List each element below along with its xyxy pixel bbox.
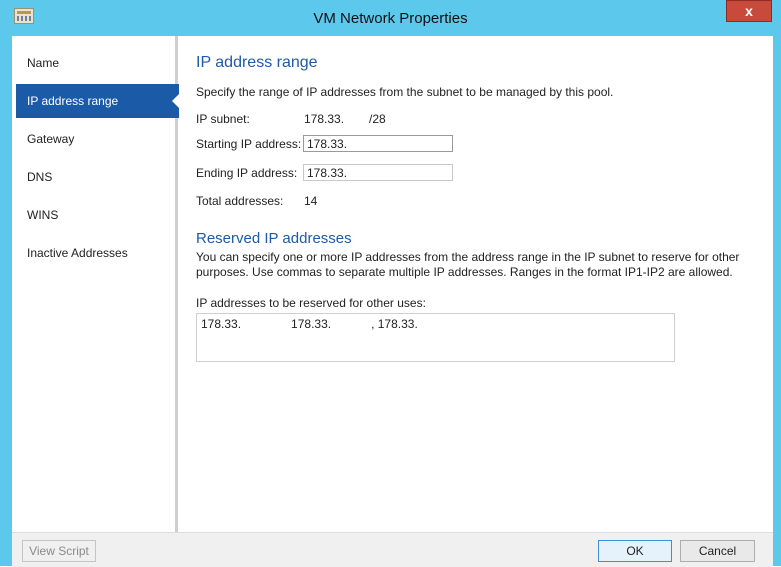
sidebar-item-name[interactable]: Name bbox=[16, 46, 179, 80]
dialog-footer: View Script OK Cancel bbox=[12, 532, 773, 567]
section-heading-ip-range: IP address range bbox=[196, 54, 318, 71]
view-script-button[interactable]: View Script bbox=[22, 540, 96, 562]
reserved-field-label: IP addresses to be reserved for other us… bbox=[196, 296, 426, 310]
close-button[interactable]: x bbox=[726, 0, 772, 22]
ok-button[interactable]: OK bbox=[598, 540, 672, 562]
sidebar-item-dns[interactable]: DNS bbox=[16, 160, 179, 194]
sidebar-item-wins[interactable]: WINS bbox=[16, 198, 179, 232]
total-addresses-value: 14 bbox=[304, 194, 318, 208]
window-title: VM Network Properties bbox=[313, 10, 468, 27]
cancel-button[interactable]: Cancel bbox=[680, 540, 755, 562]
section-heading-reserved: Reserved IP addresses bbox=[196, 230, 352, 247]
ip-range-description: Specify the range of IP addresses from t… bbox=[196, 85, 614, 99]
ending-ip-input[interactable] bbox=[303, 164, 453, 181]
reserved-description: You can specify one or more IP addresses… bbox=[196, 250, 740, 279]
ip-subnet-value: 178.33. bbox=[304, 112, 345, 126]
ending-ip-label: Ending IP address: bbox=[196, 166, 298, 180]
sidebar: Name IP address range Gateway DNS WINS I… bbox=[12, 36, 181, 532]
title-bar[interactable]: VM Network Properties x bbox=[0, 0, 781, 36]
dialog-window: VM Network Properties x Name IP address … bbox=[0, 0, 781, 567]
dialog-client: Name IP address range Gateway DNS WINS I… bbox=[12, 36, 773, 567]
ip-subnet-suffix: /28 bbox=[369, 112, 386, 126]
starting-ip-input[interactable] bbox=[303, 135, 453, 152]
total-addresses-label: Total addresses: bbox=[196, 194, 284, 208]
ip-subnet-label: IP subnet: bbox=[196, 112, 250, 126]
sidebar-item-inactive-addresses[interactable]: Inactive Addresses bbox=[16, 236, 179, 270]
sidebar-item-gateway[interactable]: Gateway bbox=[16, 122, 179, 156]
sidebar-item-ip-address-range[interactable]: IP address range bbox=[16, 84, 179, 118]
active-pointer-arrow bbox=[172, 92, 181, 110]
content-pane: IP address range Specify the range of IP… bbox=[196, 36, 766, 532]
reserved-ip-textarea[interactable]: 178.33. 178.33. , 178.33. bbox=[196, 313, 675, 362]
starting-ip-label: Starting IP address: bbox=[196, 137, 302, 151]
